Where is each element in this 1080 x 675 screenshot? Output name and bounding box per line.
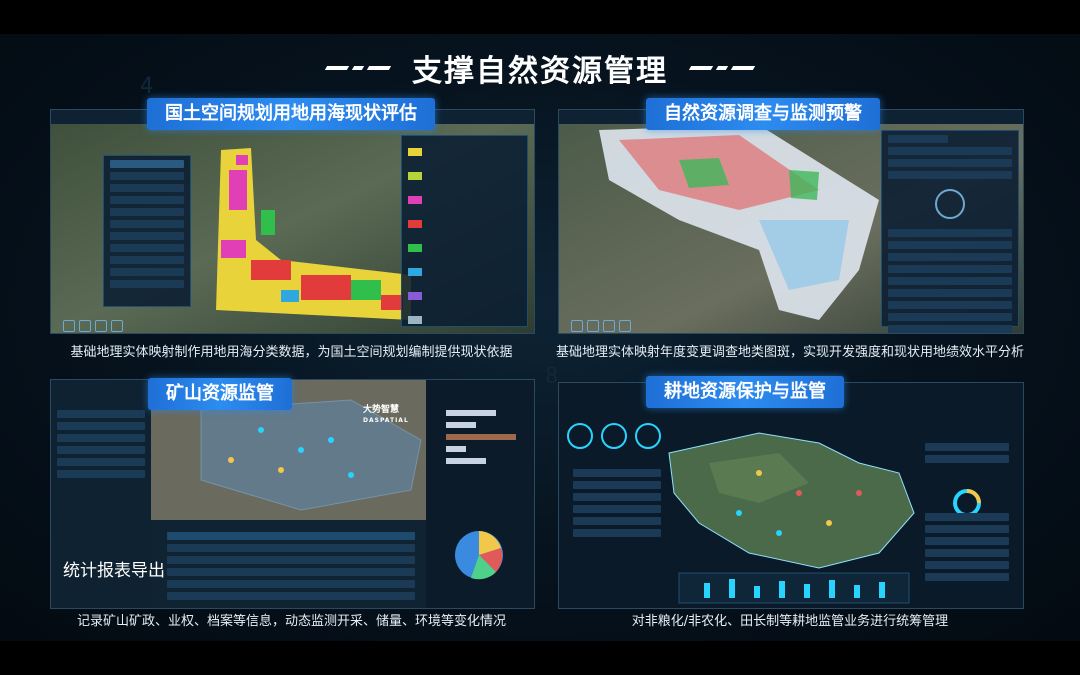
map-tool-icon[interactable]: [79, 320, 91, 332]
map-tool-icon[interactable]: [571, 320, 583, 332]
title-dash-right: [688, 66, 756, 70]
map-tool-icon[interactable]: [95, 320, 107, 332]
export-report-label[interactable]: 统计报表导出: [63, 556, 165, 581]
map-tool-icon[interactable]: [63, 320, 75, 332]
panel-badge-farmland: 耕地资源保护与监管: [646, 376, 844, 408]
panel-caption-mining: 记录矿山矿政、业权、档案等信息，动态监测开采、储量、环境等变化情况: [76, 614, 506, 629]
screenshot-land-use-map: [50, 109, 535, 334]
brand-logo-en: DASPATIAL: [363, 417, 409, 424]
land-use-tree-panel: [103, 155, 191, 307]
slide-background: 4 4 8 支撑自然资源管理: [0, 34, 1080, 641]
panel-caption-land-use: 基础地理实体映射制作用地用海分类数据，为国土空间规划编制提供现状依据: [70, 345, 513, 360]
farmland-right-stats: [919, 403, 1015, 603]
brand-logo: 大势智慧 DASPATIAL: [363, 402, 409, 425]
map-tool-icon[interactable]: [111, 320, 123, 332]
farmland-left-stats: [567, 403, 667, 603]
screenshot-farmland-monitor: [558, 382, 1024, 609]
title-dash-left: [324, 66, 392, 70]
slide-title: 支撑自然资源管理: [412, 54, 668, 89]
panel-badge-mining: 矿山资源监管: [148, 378, 292, 410]
panel-badge-resource-survey: 自然资源调查与监测预警: [646, 98, 880, 130]
mining-data-table: [161, 528, 421, 604]
land-use-legend-table: [401, 135, 528, 327]
brand-logo-text: 大势智慧: [363, 405, 400, 415]
bg-digit: 8: [545, 364, 559, 389]
map-tool-icon[interactable]: [587, 320, 599, 332]
map-tool-icon[interactable]: [603, 320, 615, 332]
panel-caption-resource-survey: 基础地理实体映射年度变更调查地类图斑，实现开发强度和现状用地绩效水平分析: [555, 345, 1024, 360]
screenshot-mining-monitor: 大势智慧 DASPATIAL 统计报表导出: [50, 379, 535, 609]
map-tool-icon[interactable]: [619, 320, 631, 332]
panel-caption-farmland: 对非粮化/非农化、田长制等耕地监管业务进行统筹管理: [631, 614, 949, 629]
survey-stats-panel: [881, 130, 1019, 333]
building-icon: [935, 189, 965, 219]
screenshot-resource-survey-map: [558, 109, 1024, 334]
slide-title-row: 支撑自然资源管理: [0, 48, 1080, 89]
panel-badge-land-use: 国土空间规划用地用海现状评估: [147, 98, 435, 130]
